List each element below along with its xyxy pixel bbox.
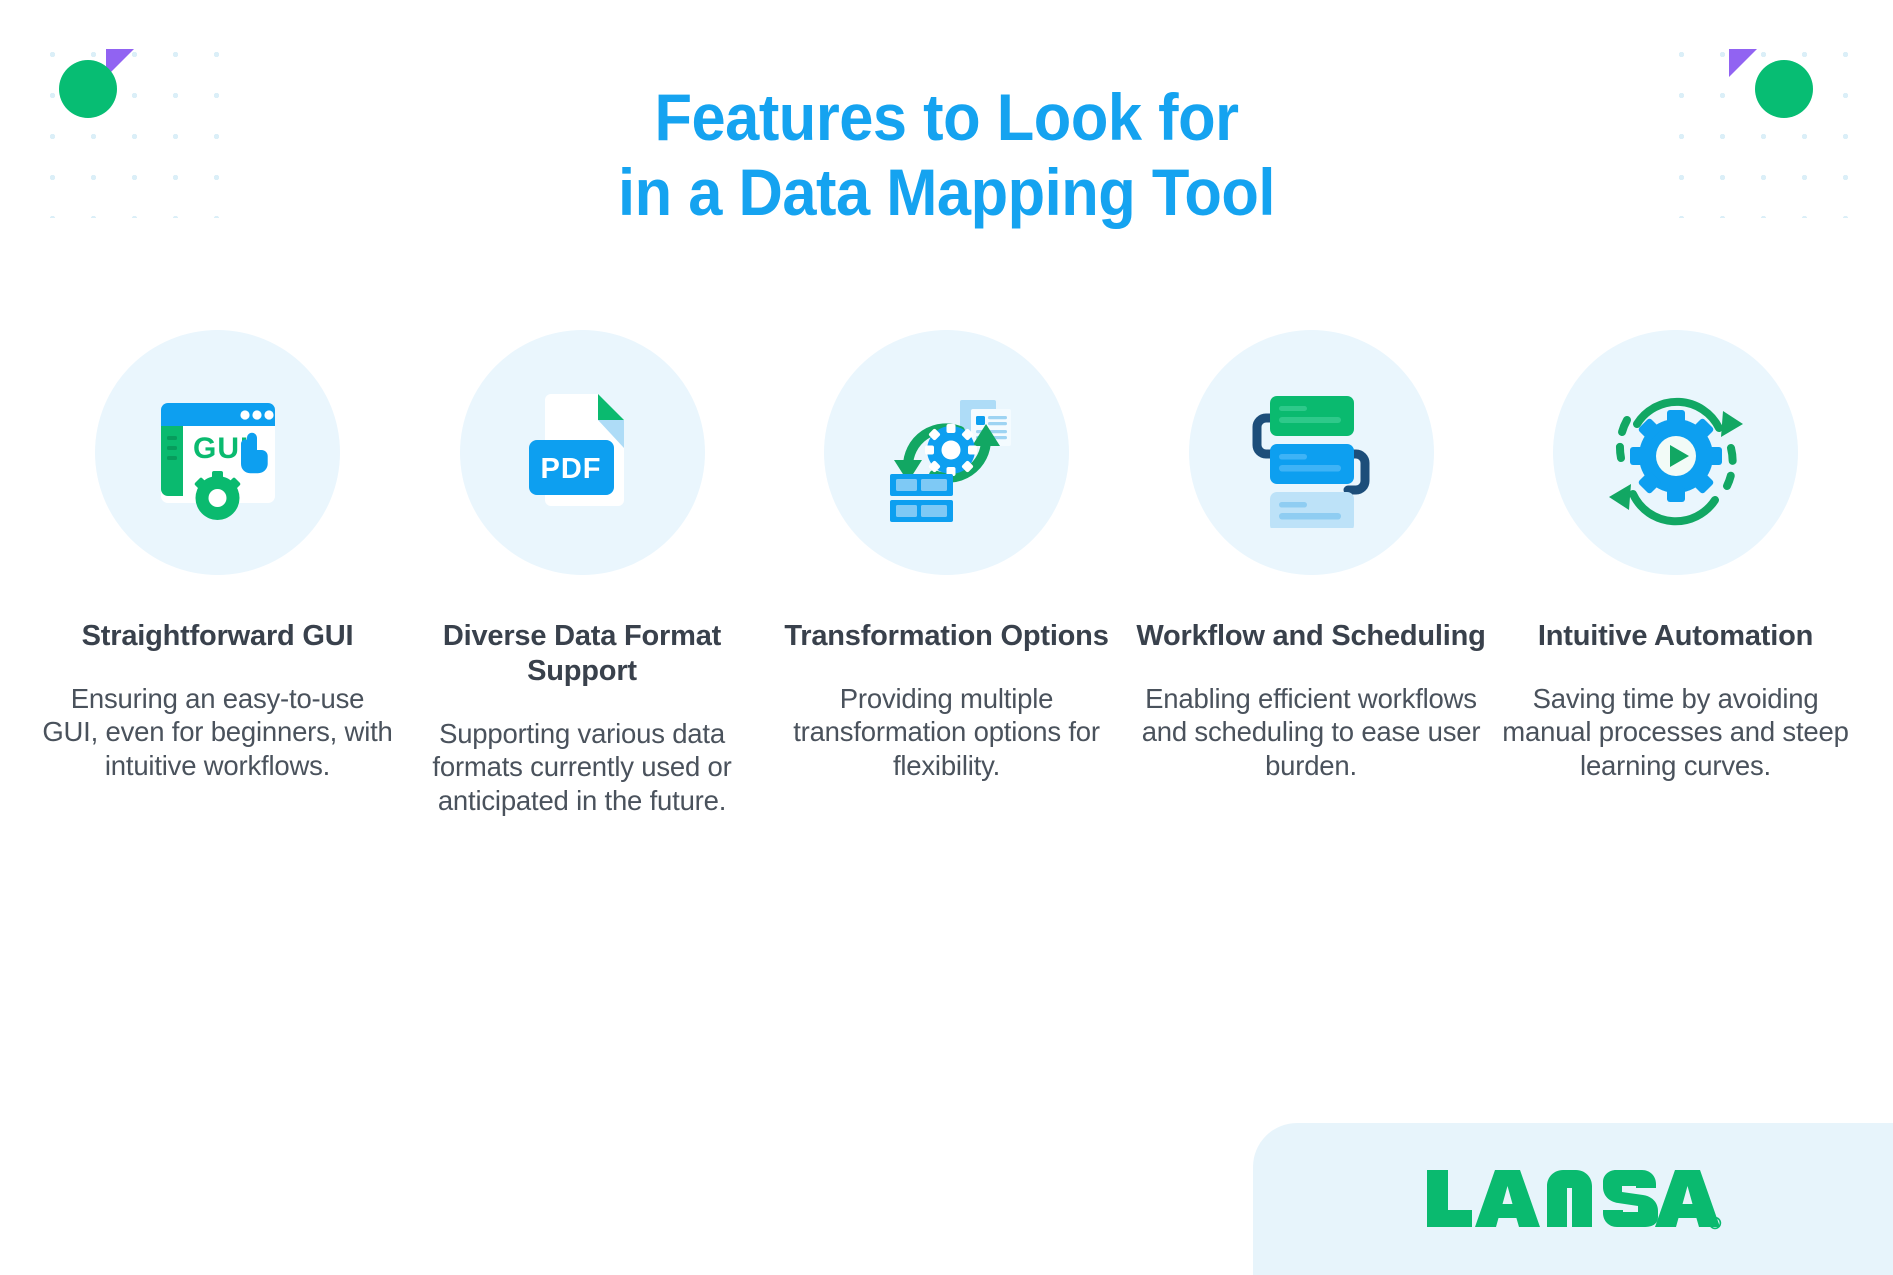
gui-window-icon: GUI	[95, 330, 340, 575]
pdf-file-icon: PDF	[459, 330, 705, 575]
feature-description: Saving time by avoiding manual processes…	[1502, 682, 1849, 781]
feature-title: Straightforward GUI	[81, 620, 354, 652]
purple-triangle-decoration-right	[1729, 49, 1757, 77]
feature-title: Intuitive Automation	[1537, 620, 1814, 652]
page-title-line-2: in a Data Mapping Tool	[618, 155, 1275, 230]
feature-description: Providing multiple transformation option…	[793, 682, 1100, 781]
feature-description: Ensuring an easy-to-use GUI, even for be…	[42, 682, 393, 781]
feature-description: Enabling efficient workflows and schedul…	[1141, 682, 1481, 781]
feature-title: Transformation Options	[784, 620, 1109, 652]
feature-title: Diverse Data Format Support	[442, 620, 722, 687]
brand-logo-panel: R	[1253, 1123, 1893, 1275]
automation-gear-play-icon	[1553, 330, 1798, 575]
workflow-stack-icon	[1188, 330, 1434, 575]
feature-card-intuitive-automation: Intuitive Automation Saving time by avoi…	[1498, 330, 1853, 782]
svg-text:R: R	[1712, 1221, 1717, 1228]
page-title: Features to Look for in a Data Mapping T…	[66, 80, 1826, 230]
svg-text:PDF: PDF	[541, 453, 602, 485]
svg-text:GUI: GUI	[193, 432, 249, 465]
feature-description: Supporting various data formats currentl…	[432, 717, 732, 816]
feature-title: Workflow and Scheduling	[1136, 620, 1486, 652]
feature-card-diverse-data-format-support: PDF Diverse Data Format Support Supporti…	[405, 330, 760, 817]
data-transformation-icon	[824, 330, 1069, 575]
feature-card-straightforward-gui: GUI Straightforward GUI Ensuring an easy…	[40, 330, 395, 782]
lansa-logo: R	[1427, 1170, 1722, 1230]
page-title-line-1: Features to Look for	[654, 80, 1239, 154]
feature-card-workflow-and-scheduling: Workflow and Scheduling Enabling efficie…	[1134, 330, 1489, 782]
feature-card-row: GUI Straightforward GUI Ensuring an easy…	[40, 330, 1853, 817]
feature-card-transformation-options: Transformation Options Providing multipl…	[769, 330, 1124, 782]
